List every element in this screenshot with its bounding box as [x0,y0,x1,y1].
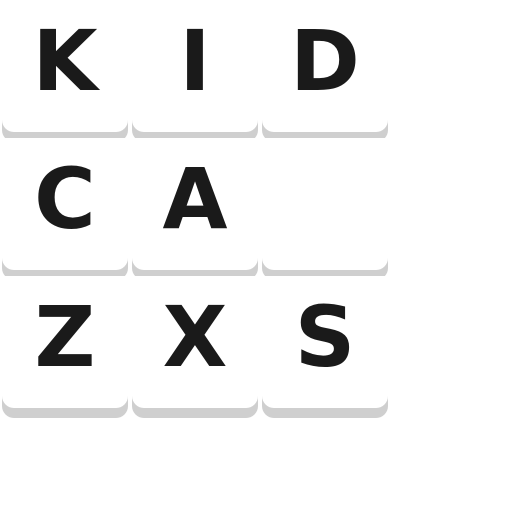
tile-letter: C [34,150,96,248]
letter-tile[interactable]: D [262,0,388,132]
empty-tile[interactable] [262,138,388,270]
letter-tile[interactable]: I [132,0,258,132]
tile-letter: Z [34,288,96,386]
letter-tile[interactable]: X [132,276,258,408]
tile-letter: I [179,12,211,110]
tile-letter: D [290,12,360,110]
letter-tile[interactable]: C [2,138,128,270]
letter-tile[interactable]: A [132,138,258,270]
tile-letter: A [162,150,228,248]
letter-board: K I D C A Z X S [2,0,392,420]
tile-letter: S [294,288,356,386]
tile-letter: K [32,12,98,110]
letter-tile[interactable]: Z [2,276,128,408]
letter-tile[interactable]: S [262,276,388,408]
tile-letter: X [162,288,228,386]
letter-tile[interactable]: K [2,0,128,132]
